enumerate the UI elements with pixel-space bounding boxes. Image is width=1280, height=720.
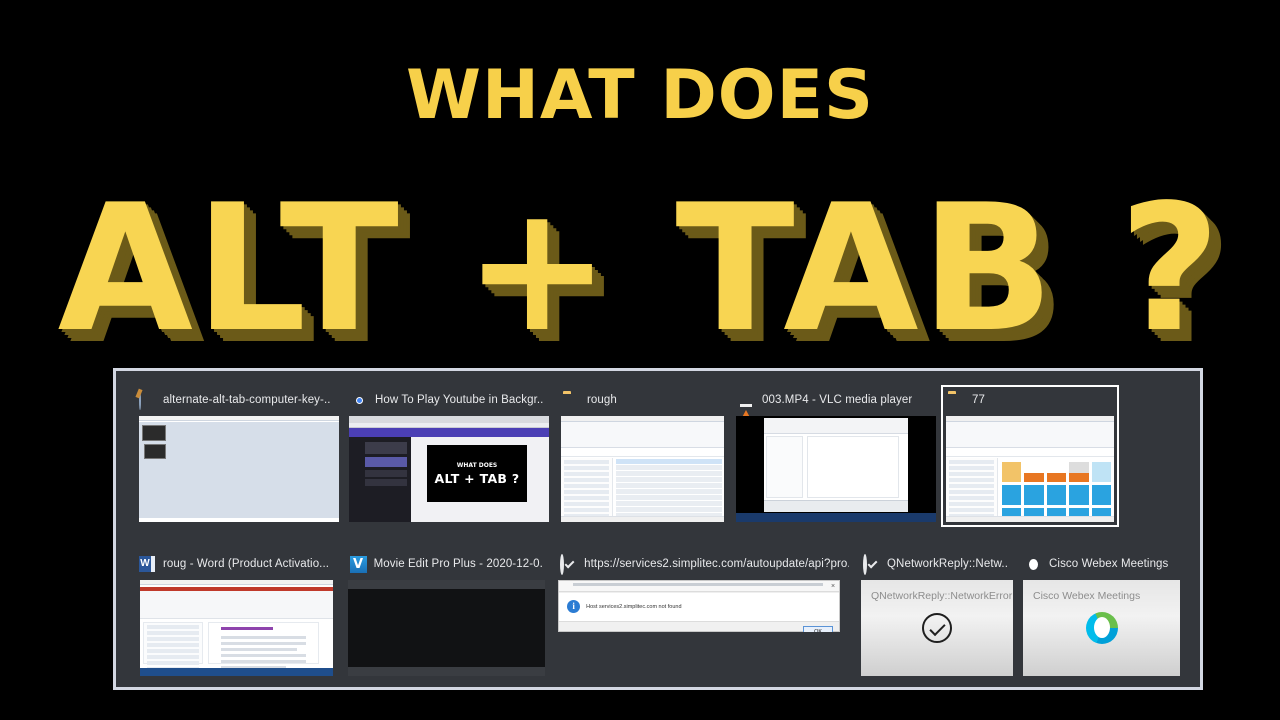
switcher-tile-movie-edit-pro[interactable]: V Movie Edit Pro Plus - 2020-12-0... (343, 549, 554, 681)
folder-icon (563, 392, 580, 409)
canva-canvas-preview: WHAT DOES ALT + TAB ? (427, 445, 527, 502)
tile-title: 77 (972, 394, 985, 406)
switcher-tile-word[interactable]: W roug - Word (Product Activatio... (132, 549, 343, 681)
thumbnail-preview[interactable] (736, 416, 936, 522)
switcher-tile-simplitec-update[interactable]: https://services2.simplitec.com/autoupda… (553, 549, 856, 637)
tile-title: rough (587, 394, 617, 406)
canva-preview-line-2: ALT + TAB ? (434, 470, 520, 486)
tile-title: How To Play Youtube in Backgr... (375, 394, 543, 406)
splash-label: Cisco Webex Meetings (1033, 590, 1141, 602)
thumbnail-preview[interactable]: WHAT DOES ALT + TAB ? (349, 416, 549, 522)
tile-title: roug - Word (Product Activatio... (163, 558, 330, 570)
switcher-tile-77-selected[interactable]: 77 (941, 385, 1119, 527)
check-circle-icon (922, 613, 953, 643)
chrome-icon (351, 392, 368, 409)
webex-icon (1085, 612, 1118, 644)
folder-icon (948, 392, 965, 409)
switcher-row-1: alternate-alt-tab-computer-key-... How T… (132, 385, 1184, 545)
switcher-tile-cisco-webex[interactable]: Cisco Webex Meetings Cisco Webex Meeting… (1018, 549, 1184, 681)
movie-edit-pro-icon: V (349, 555, 367, 573)
switcher-tile-chrome[interactable]: How To Play Youtube in Backgr... WHAT DO… (344, 385, 556, 527)
tile-header: https://services2.simplitec.com/autoupda… (558, 553, 851, 575)
alt-tab-switcher-panel[interactable]: alternate-alt-tab-computer-key-... How T… (113, 368, 1203, 690)
tile-header: How To Play Youtube in Backgr... (349, 389, 551, 411)
thumbnail-preview[interactable] (140, 580, 333, 676)
check-circle-icon (560, 553, 577, 575)
tile-header: 77 (946, 389, 1114, 411)
headline-line-1: WHAT DOES (406, 56, 874, 135)
thumbnail-preview[interactable] (139, 416, 339, 522)
vlc-cone-icon (738, 392, 755, 425)
switcher-row-2: W roug - Word (Product Activatio... V Mo… (132, 549, 1184, 695)
tile-header: alternate-alt-tab-computer-key-... (137, 389, 339, 411)
ok-button[interactable]: OK (803, 626, 834, 632)
thumbnail-preview[interactable] (347, 580, 545, 676)
switcher-tile-rough[interactable]: rough (556, 385, 731, 527)
tile-title: alternate-alt-tab-computer-key-... (163, 394, 331, 406)
tile-header: 003.MP4 - VLC media player (736, 389, 936, 425)
canva-preview-line-1: WHAT DOES (456, 461, 498, 469)
close-icon[interactable]: × (831, 583, 835, 590)
tile-header: QNetworkReply::Netw... (861, 553, 1013, 575)
tile-header: Cisco Webex Meetings (1023, 553, 1179, 575)
webex-icon (1025, 556, 1042, 573)
word-icon: W (139, 555, 156, 573)
thumbnail-preview[interactable] (561, 416, 724, 522)
tile-title: Movie Edit Pro Plus - 2020-12-0... (373, 558, 542, 570)
switcher-tile-vlc[interactable]: 003.MP4 - VLC media player (731, 385, 941, 527)
switcher-tile-paint[interactable]: alternate-alt-tab-computer-key-... (132, 385, 344, 527)
tile-title: QNetworkReply::Netw... (887, 558, 1010, 570)
headline-block: WHAT DOES ALT + TAB ? (0, 0, 1280, 365)
tile-header: V Movie Edit Pro Plus - 2020-12-0... (348, 553, 549, 575)
thumbnail-preview[interactable]: Cisco Webex Meetings (1023, 580, 1181, 676)
tile-title: Cisco Webex Meetings (1049, 558, 1169, 570)
tile-title: 003.MP4 - VLC media player (762, 394, 913, 406)
switcher-tile-qnetworkreply[interactable]: QNetworkReply::Netw... QNetworkReply::Ne… (856, 549, 1018, 681)
tile-title: https://services2.simplitec.com/autoupda… (584, 558, 850, 570)
splash-label: QNetworkReply::NetworkError (871, 590, 1013, 602)
tile-header: W roug - Word (Product Activatio... (137, 553, 338, 575)
thumbnail-preview[interactable]: × i Host services2.simplitec.com not fou… (558, 580, 841, 632)
error-message: Host services2.simplitec.com not found (586, 604, 682, 610)
check-circle-icon (863, 553, 880, 575)
thumbnail-preview[interactable]: QNetworkReply::NetworkError (861, 580, 1014, 676)
tile-header: rough (561, 389, 726, 411)
paint-icon (139, 390, 156, 410)
headline-line-2: ALT + TAB ? (57, 168, 1223, 371)
thumbnail-preview[interactable] (946, 416, 1114, 522)
info-icon: i (567, 600, 581, 613)
